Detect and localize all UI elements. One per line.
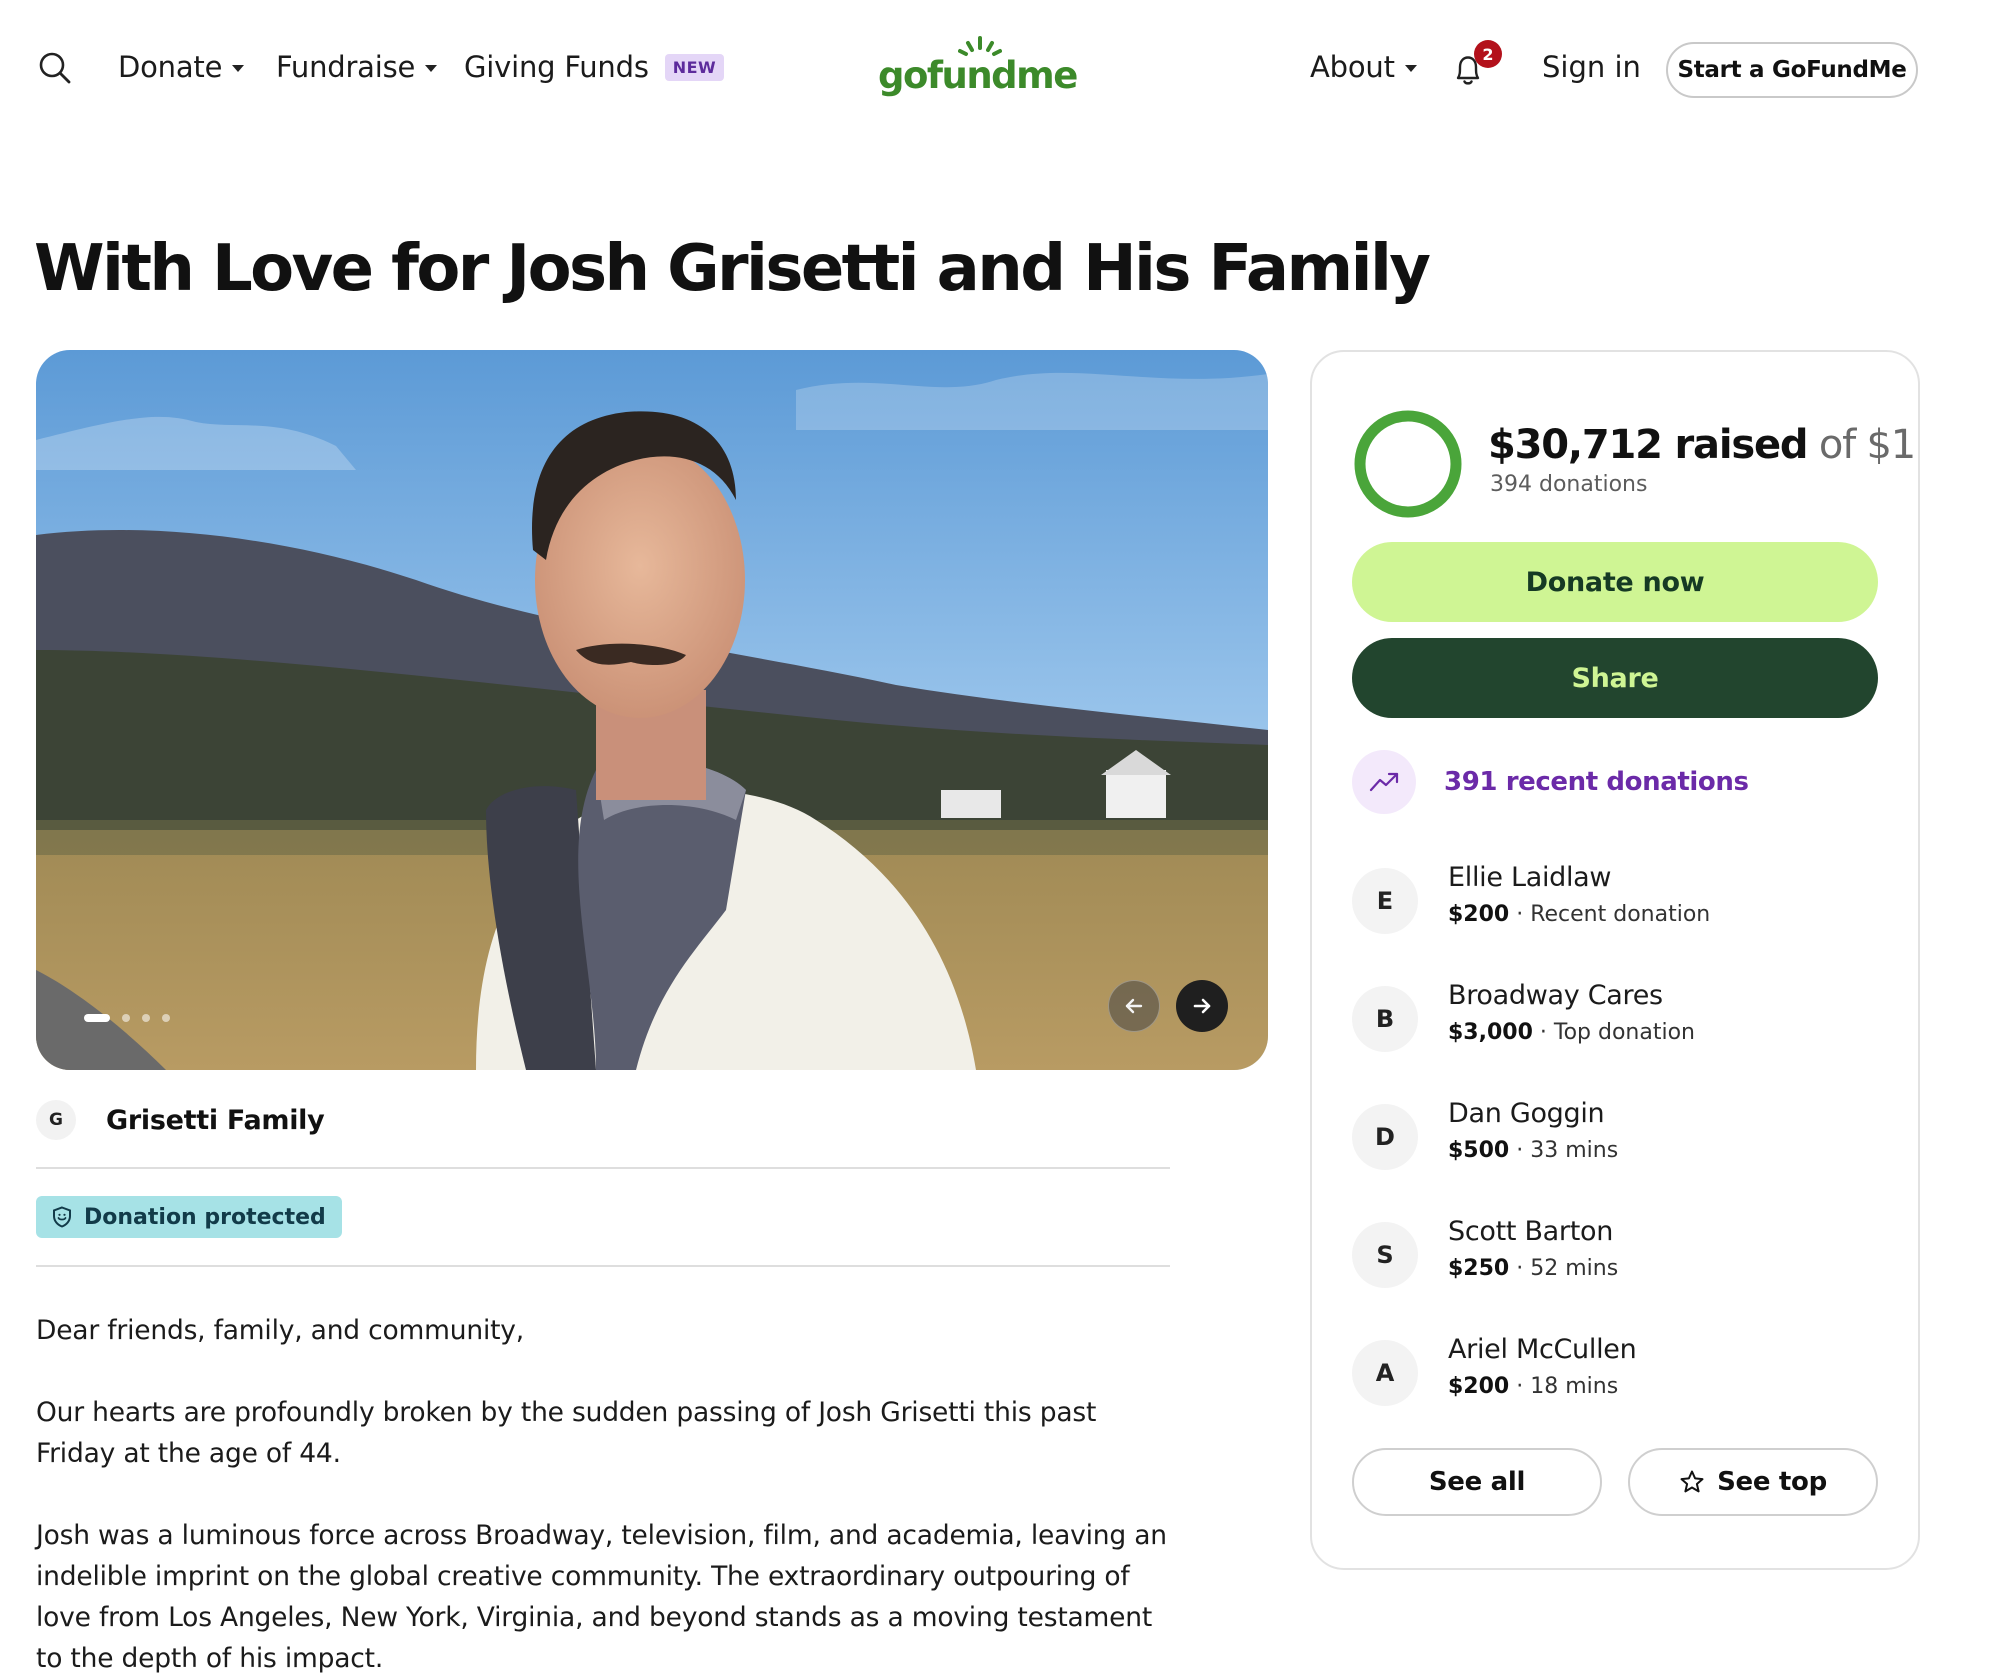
donor-amount: $200 xyxy=(1448,1374,1510,1399)
story-paragraph: Our hearts are profoundly broken by the … xyxy=(36,1397,1097,1469)
nav-about-menu[interactable]: About xyxy=(1310,50,1417,84)
organizer-name[interactable]: Grisetti Family xyxy=(106,1105,325,1136)
donor-detail: · 33 mins xyxy=(1509,1138,1619,1163)
nav-donate-menu[interactable]: Donate xyxy=(118,50,245,84)
donor-name: Ariel McCullen xyxy=(1448,1334,1637,1365)
amount-raised: $30,712 raised xyxy=(1488,422,1809,468)
donor-detail: · 18 mins xyxy=(1509,1374,1619,1399)
new-badge: NEW xyxy=(664,53,725,81)
donor-detail: · 52 mins xyxy=(1509,1256,1619,1281)
donor-detail: · Recent donation xyxy=(1509,902,1711,927)
campaign-story: Dear friends, family, and community, Our… xyxy=(36,1310,1176,1677)
start-gofundme-button[interactable]: Start a GoFundMe xyxy=(1666,42,1918,98)
donor-name: Ellie Laidlaw xyxy=(1448,862,1612,893)
chevron-down-icon xyxy=(425,64,438,72)
star-icon xyxy=(1680,1470,1704,1493)
see-all-button[interactable]: See all xyxy=(1352,1448,1602,1516)
donor-amount: $200 xyxy=(1448,902,1510,927)
organizer-avatar: G xyxy=(36,1100,76,1140)
donor-meta: $3,000 · Top donation xyxy=(1448,1020,1695,1045)
arrow-right-icon xyxy=(1193,998,1211,1014)
nav-fundraise-menu[interactable]: Fundraise xyxy=(276,50,438,84)
carousel-dot[interactable] xyxy=(162,1014,170,1022)
progress-ring xyxy=(1354,410,1462,518)
donor-list-item: D Dan Goggin $500 · 33 mins xyxy=(1352,1098,1892,1178)
donation-sidebar-card: $30,712 raised of $1 394 donations Donat… xyxy=(1310,350,1920,1570)
divider xyxy=(36,1265,1170,1267)
gofundme-logo[interactable]: gofundme xyxy=(878,36,1088,106)
recent-donations-link[interactable]: 391 recent donations xyxy=(1352,750,1749,814)
nav-giving-funds[interactable]: Giving Funds NEW xyxy=(464,50,725,84)
donor-meta: $500 · 33 mins xyxy=(1448,1138,1618,1163)
search-icon[interactable] xyxy=(38,51,72,85)
amount-raised-line: $30,712 raised of $1 xyxy=(1488,422,1916,468)
arrow-left-icon xyxy=(1125,998,1143,1014)
carousel-dot-active[interactable] xyxy=(84,1014,110,1022)
notifications-button[interactable]: 2 xyxy=(1448,40,1502,90)
fundraising-goal: of $1 xyxy=(1818,422,1916,468)
carousel-dot[interactable] xyxy=(142,1014,150,1022)
sign-in-link[interactable]: Sign in xyxy=(1542,50,1641,84)
nav-giving-funds-label: Giving Funds xyxy=(464,50,649,84)
donor-name: Dan Goggin xyxy=(1448,1098,1605,1129)
donate-now-button[interactable]: Donate now xyxy=(1352,542,1878,622)
organizer-row: G Grisetti Family xyxy=(36,1100,325,1140)
recent-donations-label: 391 recent donations xyxy=(1444,767,1749,797)
page-title: With Love for Josh Grisetti and His Fami… xyxy=(34,232,1431,306)
chevron-down-icon xyxy=(1404,64,1417,72)
donation-protected-label: Donation protected xyxy=(84,1204,326,1230)
campaign-hero-image xyxy=(36,350,1268,1070)
donation-protected-badge[interactable]: Donation protected xyxy=(36,1196,342,1238)
donor-avatar: B xyxy=(1352,986,1418,1052)
trending-up-icon xyxy=(1352,750,1416,814)
shield-icon xyxy=(53,1206,71,1228)
nav-about-label: About xyxy=(1310,50,1395,84)
donor-amount: $500 xyxy=(1448,1138,1510,1163)
see-top-label: See top xyxy=(1717,1467,1827,1497)
share-button[interactable]: Share xyxy=(1352,638,1878,718)
story-paragraph: Josh was a luminous force across Broadwa… xyxy=(36,1520,1167,1674)
carousel-next-button[interactable] xyxy=(1176,980,1228,1032)
donor-list-item: E Ellie Laidlaw $200 · Recent donation xyxy=(1352,862,1892,942)
nav-fundraise-label: Fundraise xyxy=(276,50,416,84)
donor-meta: $200 · Recent donation xyxy=(1448,902,1710,927)
donor-name: Broadway Cares xyxy=(1448,980,1663,1011)
donor-amount: $3,000 xyxy=(1448,1020,1533,1045)
notification-count-badge: 2 xyxy=(1474,40,1502,68)
donor-avatar: D xyxy=(1352,1104,1418,1170)
campaign-photo xyxy=(36,350,1268,1070)
donor-avatar: S xyxy=(1352,1222,1418,1288)
donor-list-item: S Scott Barton $250 · 52 mins xyxy=(1352,1216,1892,1296)
chevron-down-icon xyxy=(232,64,245,72)
carousel-prev-button[interactable] xyxy=(1108,980,1160,1032)
story-paragraph: Dear friends, family, and community, xyxy=(36,1315,525,1346)
donor-list-item: B Broadway Cares $3,000 · Top donation xyxy=(1352,980,1892,1060)
divider xyxy=(36,1167,1170,1169)
carousel-dots xyxy=(84,1014,170,1022)
carousel-dot[interactable] xyxy=(122,1014,130,1022)
donor-avatar: E xyxy=(1352,868,1418,934)
top-nav: Donate Fundraise Giving Funds NEW gofund… xyxy=(0,0,2000,140)
donor-amount: $250 xyxy=(1448,1256,1510,1281)
donor-detail: · Top donation xyxy=(1532,1020,1695,1045)
see-top-button[interactable]: See top xyxy=(1628,1448,1878,1516)
nav-donate-label: Donate xyxy=(118,50,223,84)
donor-list-item: A Ariel McCullen $200 · 18 mins xyxy=(1352,1334,1892,1414)
donor-meta: $250 · 52 mins xyxy=(1448,1256,1618,1281)
donor-meta: $200 · 18 mins xyxy=(1448,1374,1618,1399)
donation-count: 394 donations xyxy=(1490,472,1648,497)
logo-wordmark: gofundme xyxy=(878,54,1078,97)
donor-name: Scott Barton xyxy=(1448,1216,1614,1247)
donor-avatar: A xyxy=(1352,1340,1418,1406)
